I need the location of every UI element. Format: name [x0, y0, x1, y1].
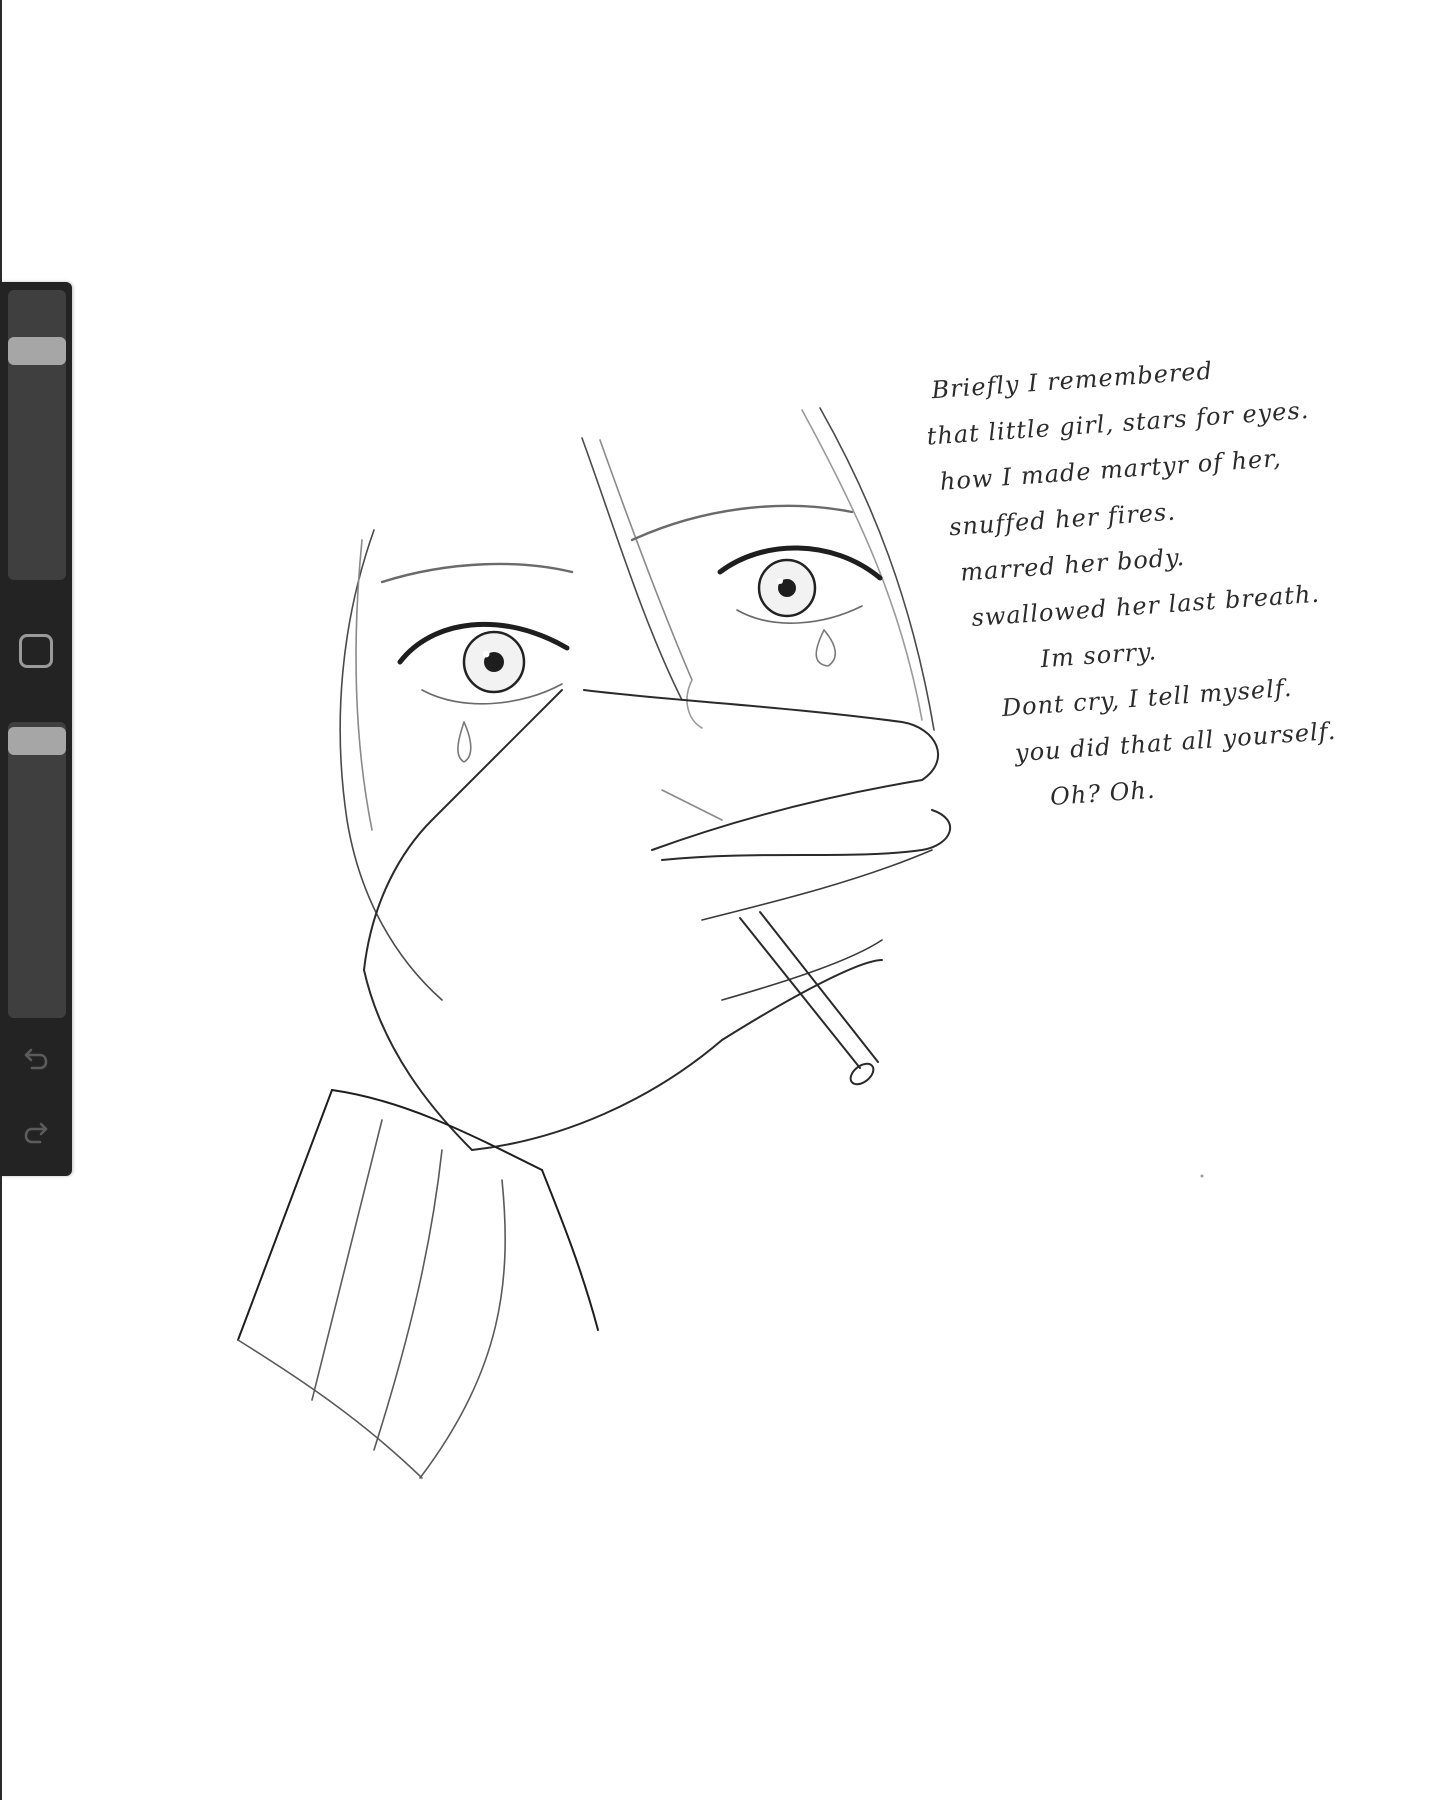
hair-left-stroke — [339, 529, 443, 1001]
sketch-artwork — [237, 407, 1204, 1479]
hair-part-2 — [599, 439, 693, 681]
sleeve-left — [237, 1089, 333, 1341]
canvas-speck — [1200, 1174, 1204, 1178]
hand-middle — [661, 809, 952, 861]
right-brow — [630, 504, 854, 542]
undo-arrow-icon — [24, 1048, 48, 1070]
app-window: Briefly I remembered that little girl, s… — [0, 0, 1440, 1800]
hand-ring — [701, 849, 933, 921]
hair-right — [819, 407, 935, 731]
sleeve-top — [331, 1089, 543, 1171]
hair-left-inner — [355, 539, 373, 831]
right-tear — [815, 629, 836, 667]
cigarette-tip — [849, 1062, 875, 1086]
nose — [686, 679, 703, 729]
cigarette-top — [739, 917, 861, 1069]
left-brow — [380, 562, 574, 584]
sleeve-fold-3 — [419, 1179, 506, 1479]
undo-button[interactable] — [12, 1034, 60, 1082]
knuckles — [661, 789, 723, 821]
brush-opacity-slider[interactable] — [8, 722, 66, 1018]
brush-opacity-thumb[interactable] — [8, 727, 66, 756]
left-tear — [457, 721, 472, 763]
sleeve-cuff — [237, 1339, 423, 1479]
redo-arrow-icon — [24, 1122, 48, 1144]
sleeve-fold-1 — [311, 1119, 383, 1401]
hair-part — [581, 437, 683, 701]
redo-button[interactable] — [12, 1108, 60, 1156]
hand-little — [721, 939, 883, 1001]
handwritten-poem: Briefly I remembered that little girl, s… — [920, 340, 1351, 827]
hand-thumb — [363, 689, 563, 971]
drawing-canvas[interactable]: Briefly I remembered that little girl, s… — [2, 0, 1440, 1800]
hand-index — [583, 689, 940, 851]
brush-sidebar — [0, 282, 72, 1176]
modify-button[interactable] — [19, 634, 53, 668]
brush-size-slider[interactable] — [8, 290, 66, 580]
sleeve-fold-2 — [373, 1149, 443, 1451]
sleeve-right — [541, 1169, 599, 1331]
cigarette-bottom — [759, 911, 879, 1063]
brush-size-thumb[interactable] — [8, 337, 66, 366]
